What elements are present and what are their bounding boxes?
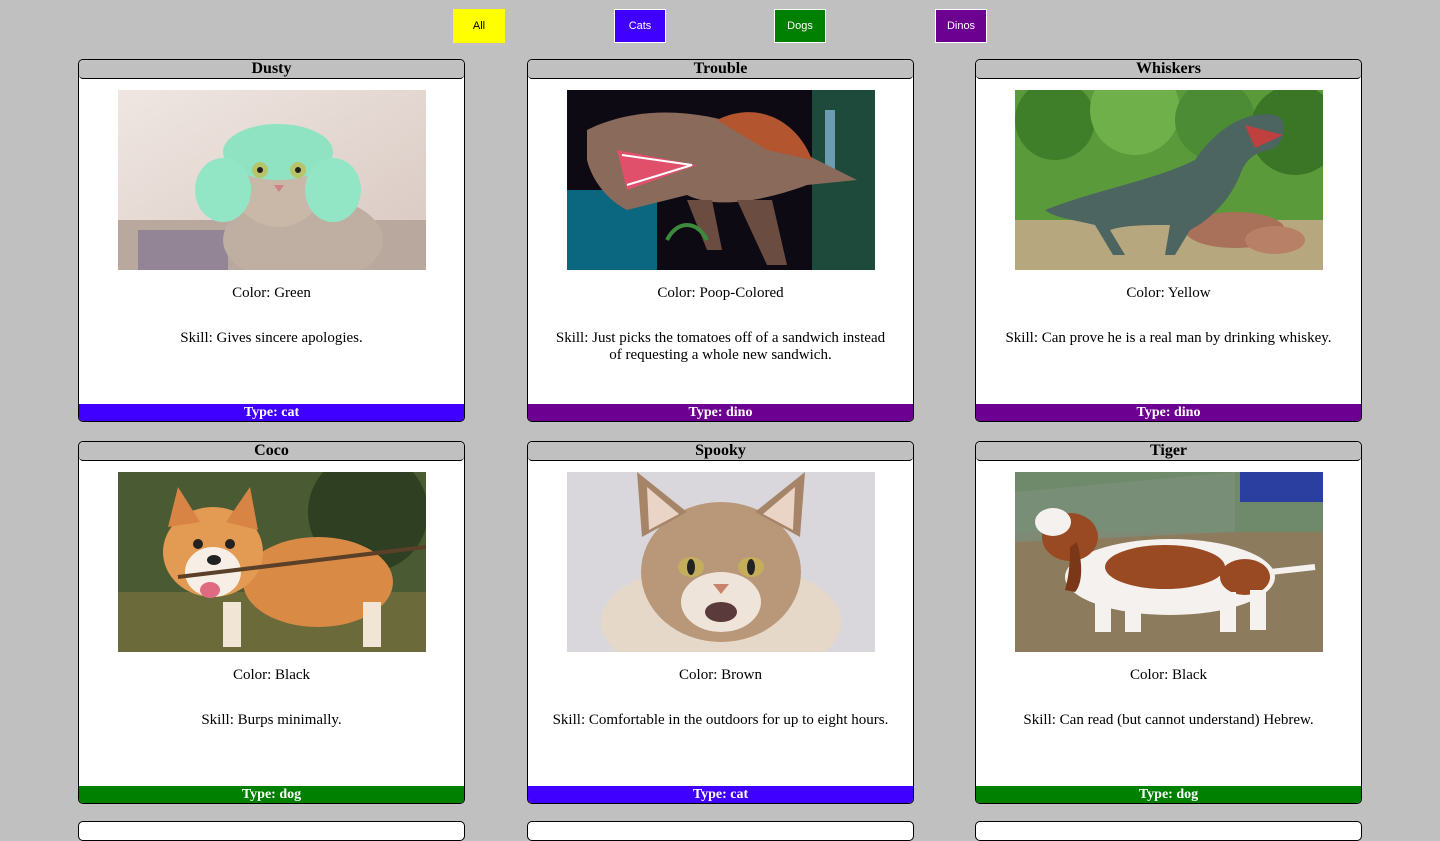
pet-photo [117,472,426,652]
pet-color: Color: Poop-Colored [657,285,784,301]
pet-skill: Skill: Can prove he is a real man by dri… [1005,330,1332,346]
pet-skill: Skill: Can read (but cannot understand) … [1023,712,1314,728]
pet-type-badge: Type: dino [976,404,1361,421]
pet-name: Coco [79,442,464,461]
pet-skill: Skill: Comfortable in the outdoors for u… [552,712,889,728]
pet-photo [566,90,875,270]
pet-type-badge: Type: dog [79,786,464,803]
filter-dinos-button[interactable]: Dinos [935,9,987,43]
pet-card-partial [975,821,1362,841]
pet-color: Color: Black [1129,667,1208,683]
pet-color: Color: Black [232,667,311,683]
pet-name: Trouble [528,60,913,79]
pet-card: Coco Color: Black Skill: Burps minimally… [78,441,465,804]
pet-name: Dusty [79,60,464,79]
pet-type-badge: Type: cat [528,786,913,803]
pet-card: Trouble Color: Poop-Colored Skill: Just … [527,59,914,422]
pet-color: Color: Yellow [1126,285,1211,301]
pet-card-partial [527,821,914,841]
filter-dogs-button[interactable]: Dogs [774,9,826,43]
pet-card: Dusty Color: Green Skill: Gives sincere … [78,59,465,422]
pet-type-badge: Type: dog [976,786,1361,803]
pet-card: Tiger Color: Black Skill: Can read (but … [975,441,1362,804]
pet-color: Color: Green [232,285,311,301]
filter-bar: All Cats Dogs Dinos [0,9,1440,45]
pet-photo [1014,472,1323,652]
pet-name: Tiger [976,442,1361,461]
filter-all-button[interactable]: All [453,9,505,43]
pet-name: Whiskers [976,60,1361,79]
pet-type-badge: Type: cat [79,404,464,421]
pet-card-partial [78,821,465,841]
pet-type-badge: Type: dino [528,404,913,421]
pet-name: Spooky [528,442,913,461]
pet-card: Spooky Color: Brown Skill: Comfortable i… [527,441,914,804]
pet-color: Color: Brown [679,667,762,683]
pet-photo [1014,90,1323,270]
pet-photo [566,472,875,652]
filter-cats-button[interactable]: Cats [614,9,666,43]
pet-skill: Skill: Just picks the tomatoes off of a … [555,330,886,363]
pet-skill: Skill: Burps minimally. [201,712,342,728]
pet-card: Whiskers Color: Yellow Skill: Can prove … [975,59,1362,422]
pet-skill: Skill: Gives sincere apologies. [180,330,363,346]
pet-photo [117,90,426,270]
